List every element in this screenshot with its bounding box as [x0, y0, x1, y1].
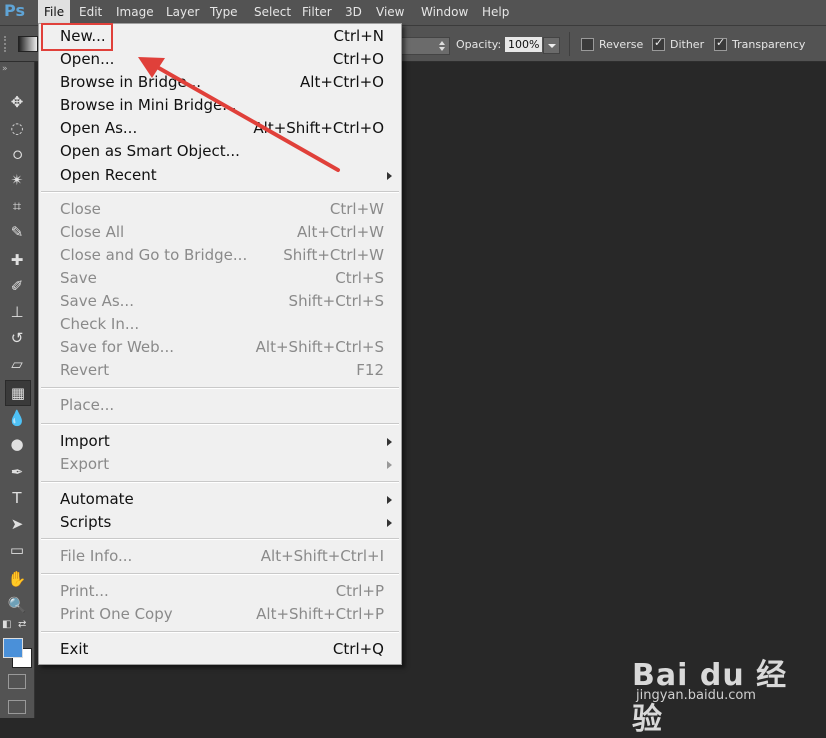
baidu-watermark: Bai du 经验 jingyan.baidu.com: [632, 630, 812, 737]
watermark-url: jingyan.baidu.com: [636, 688, 756, 703]
red-arrow-annotation: [138, 57, 340, 172]
